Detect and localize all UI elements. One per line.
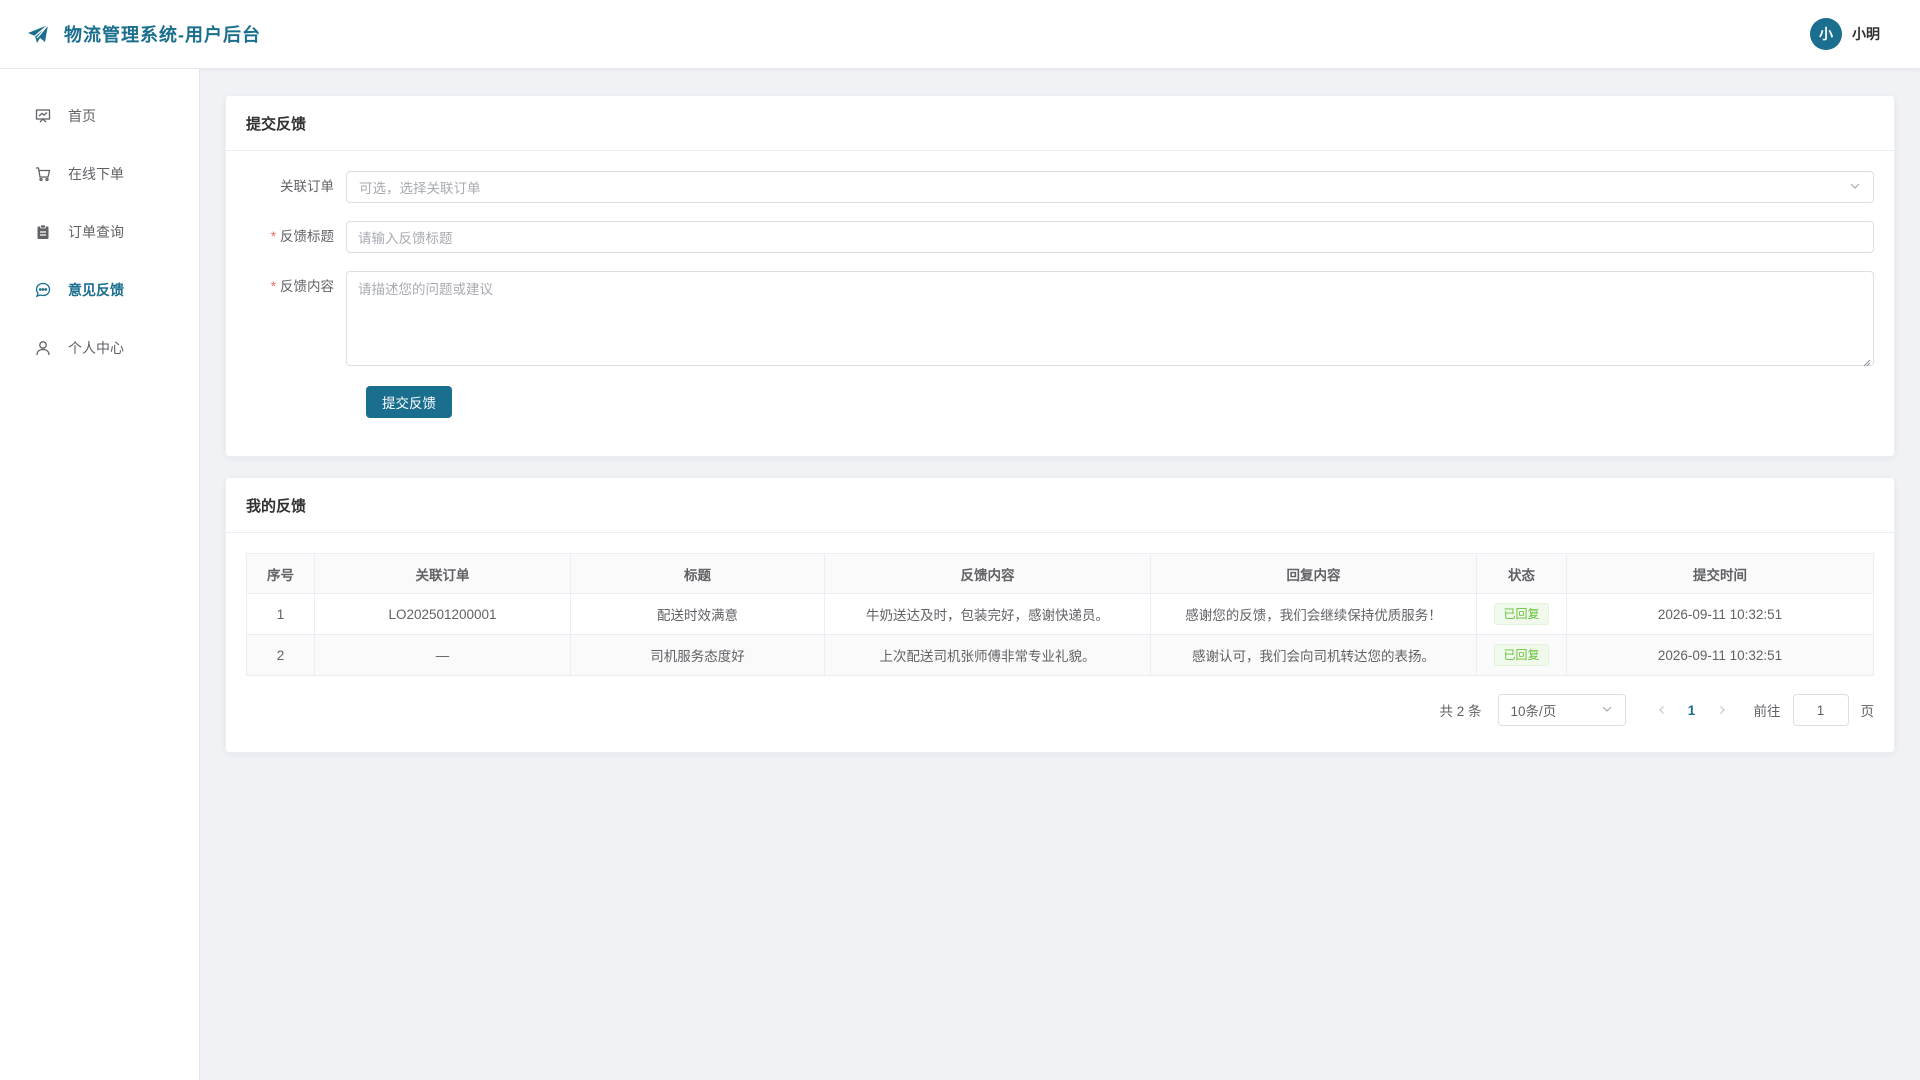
order-label: 关联订单 bbox=[280, 179, 334, 194]
user-icon bbox=[34, 339, 52, 357]
sidebar: 首页 在线下单 订单查询 意见反馈 个人中心 bbox=[0, 69, 200, 1080]
column-header: 关联订单 bbox=[314, 553, 571, 594]
avatar[interactable]: 小 bbox=[1810, 18, 1842, 50]
app-title: 物流管理系统-用户后台 bbox=[64, 25, 261, 45]
cell-index: 2 bbox=[246, 634, 315, 676]
column-header: 标题 bbox=[570, 553, 825, 594]
chevron-down-icon bbox=[1601, 703, 1613, 718]
order-select-placeholder: 可选，选择关联订单 bbox=[359, 181, 481, 196]
sidebar-item-home[interactable]: 首页 bbox=[0, 87, 199, 145]
feedback-table: 序号 关联订单 标题 反馈内容 回复内容 状态 提交时间 1 LO2025012… bbox=[246, 553, 1874, 676]
form-row-content: * 反馈内容 请描述您的问题或建议 bbox=[246, 271, 1874, 367]
sidebar-item-label: 首页 bbox=[68, 108, 96, 124]
table-row[interactable]: 1 LO202501200001 配送时效满意 牛奶送达及时，包装完好，感谢快递… bbox=[246, 593, 1874, 635]
card-title: 提交反馈 bbox=[226, 96, 1894, 151]
top-header: 物流管理系统-用户后台 小 小明 bbox=[0, 0, 1920, 69]
cell-title: 司机服务态度好 bbox=[570, 634, 825, 676]
card-title: 我的反馈 bbox=[226, 478, 1894, 533]
user-menu[interactable]: 小 小明 bbox=[1810, 18, 1880, 50]
pagination: 共 2 条 10条/页 1 前往 1 页 bbox=[246, 694, 1874, 726]
paper-plane-icon bbox=[26, 22, 50, 46]
form-row-order: 关联订单 可选，选择关联订单 bbox=[246, 171, 1874, 203]
content-label: * 反馈内容 bbox=[270, 279, 334, 294]
page-size-select[interactable]: 10条/页 bbox=[1497, 694, 1626, 726]
required-mark: * bbox=[270, 229, 276, 244]
column-header: 序号 bbox=[246, 553, 315, 594]
submit-feedback-button[interactable]: 提交反馈 bbox=[366, 386, 452, 418]
goto-label: 前往 bbox=[1753, 704, 1781, 719]
page-size-value: 10条/页 bbox=[1510, 704, 1557, 719]
my-feedback-card: 我的反馈 序号 关联订单 标题 反馈内容 回复内容 状态 提交时间 1 LO20… bbox=[225, 477, 1895, 753]
chevron-down-icon bbox=[1849, 180, 1861, 195]
sidebar-item-order-online[interactable]: 在线下单 bbox=[0, 145, 199, 203]
next-page-button[interactable] bbox=[1708, 696, 1736, 724]
sidebar-item-feedback[interactable]: 意见反馈 bbox=[0, 261, 199, 319]
sidebar-item-label: 在线下单 bbox=[68, 166, 124, 182]
resize-handle-icon[interactable] bbox=[1863, 355, 1871, 367]
feedback-title-input[interactable]: 请输入反馈标题 bbox=[346, 221, 1874, 253]
goto-page: 前往 1 页 bbox=[1753, 694, 1875, 726]
sidebar-item-profile[interactable]: 个人中心 bbox=[0, 319, 199, 377]
cell-time: 2026-09-11 10:32:51 bbox=[1566, 593, 1874, 635]
sidebar-item-label: 订单查询 bbox=[68, 224, 124, 240]
submit-feedback-card: 提交反馈 关联订单 可选，选择关联订单 * 反馈标题 请输入反馈标题 * 反馈内… bbox=[225, 95, 1895, 457]
username[interactable]: 小明 bbox=[1852, 24, 1880, 44]
cell-reply: 感谢认可，我们会向司机转达您的表扬。 bbox=[1150, 634, 1477, 676]
table-header-row: 序号 关联订单 标题 反馈内容 回复内容 状态 提交时间 bbox=[246, 553, 1874, 594]
status-badge: 已回复 bbox=[1494, 603, 1549, 625]
goto-page-input[interactable]: 1 bbox=[1792, 694, 1849, 726]
clipboard-icon bbox=[34, 223, 52, 241]
status-badge: 已回复 bbox=[1494, 644, 1549, 666]
chevron-right-icon bbox=[1719, 706, 1725, 714]
cell-order: LO202501200001 bbox=[314, 593, 571, 635]
cell-content: 上次配送司机张师傅非常专业礼貌。 bbox=[824, 634, 1151, 676]
sidebar-item-order-query[interactable]: 订单查询 bbox=[0, 203, 199, 261]
cell-content: 牛奶送达及时，包装完好，感谢快递员。 bbox=[824, 593, 1151, 635]
cell-status: 已回复 bbox=[1476, 593, 1567, 635]
form-row-title: * 反馈标题 请输入反馈标题 bbox=[246, 221, 1874, 253]
sidebar-item-label: 意见反馈 bbox=[68, 282, 124, 298]
column-header: 回复内容 bbox=[1150, 553, 1477, 594]
feedback-content-textarea[interactable]: 请描述您的问题或建议 bbox=[346, 271, 1874, 367]
cell-index: 1 bbox=[246, 593, 315, 635]
table-row[interactable]: 2 — 司机服务态度好 上次配送司机张师傅非常专业礼貌。 感谢认可，我们会向司机… bbox=[246, 634, 1874, 676]
order-select[interactable]: 可选，选择关联订单 bbox=[346, 171, 1874, 203]
cell-title: 配送时效满意 bbox=[570, 593, 825, 635]
main-content: 提交反馈 关联订单 可选，选择关联订单 * 反馈标题 请输入反馈标题 * 反馈内… bbox=[225, 95, 1895, 773]
column-header: 状态 bbox=[1476, 553, 1567, 594]
required-mark: * bbox=[270, 279, 276, 294]
cell-reply: 感谢您的反馈，我们会继续保持优质服务！ bbox=[1150, 593, 1477, 635]
feedback-content-placeholder: 请描述您的问题或建议 bbox=[358, 282, 493, 297]
column-header: 反馈内容 bbox=[824, 553, 1151, 594]
cell-order: — bbox=[314, 634, 571, 676]
column-header: 提交时间 bbox=[1566, 553, 1874, 594]
cart-icon bbox=[34, 165, 52, 183]
chevron-left-icon bbox=[1658, 706, 1664, 714]
pagination-total: 共 2 条 bbox=[1439, 704, 1482, 719]
prev-page-button[interactable] bbox=[1648, 696, 1676, 724]
logo[interactable]: 物流管理系统-用户后台 bbox=[26, 21, 261, 47]
title-label: * 反馈标题 bbox=[270, 229, 334, 244]
feedback-title-placeholder: 请输入反馈标题 bbox=[358, 231, 453, 246]
chat-bubble-icon bbox=[34, 281, 52, 299]
presentation-icon bbox=[34, 107, 52, 125]
sidebar-item-label: 个人中心 bbox=[68, 340, 124, 356]
page-suffix: 页 bbox=[1860, 704, 1875, 719]
page-number-current[interactable]: 1 bbox=[1676, 696, 1708, 724]
cell-status: 已回复 bbox=[1476, 634, 1567, 676]
cell-time: 2026-09-11 10:32:51 bbox=[1566, 634, 1874, 676]
